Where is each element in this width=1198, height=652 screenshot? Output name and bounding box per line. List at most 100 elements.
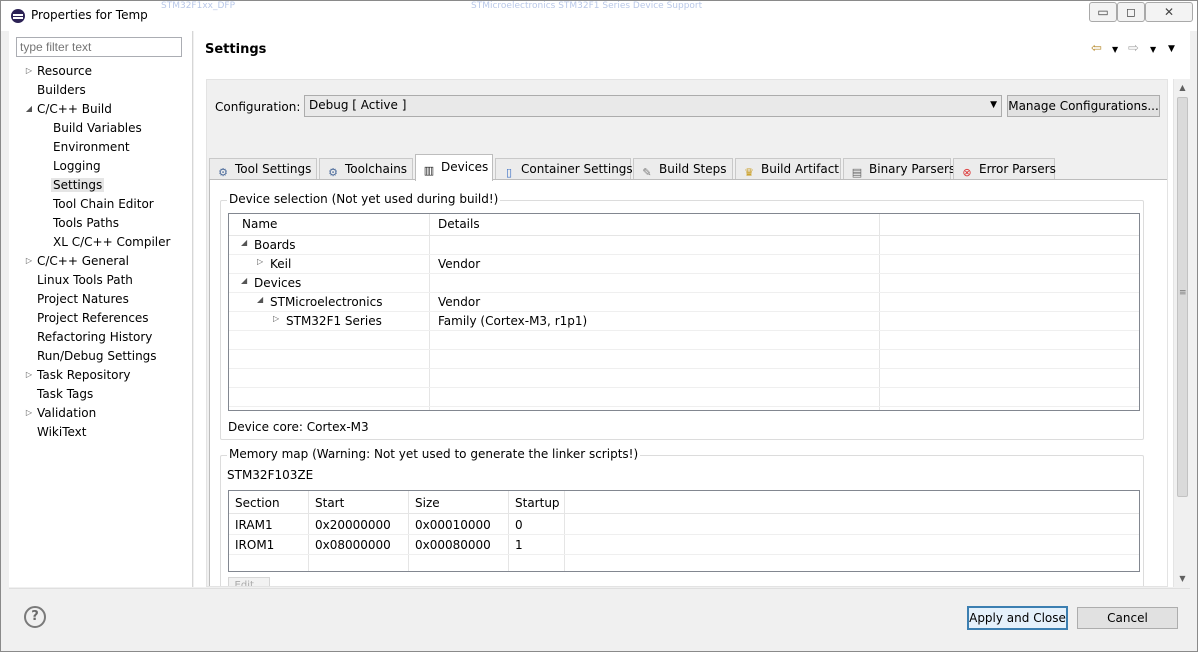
tab-devices[interactable]: ▥ Devices: [415, 154, 493, 181]
expand-arrow-icon[interactable]: ▷: [24, 252, 34, 270]
collapse-arrow-icon[interactable]: ◢: [24, 100, 34, 118]
device-tree-table[interactable]: Name Details ◢ Boards ▷ Keil Vendor ◢ Devices ◢…: [228, 213, 1140, 411]
column-header-details[interactable]: Details: [438, 217, 480, 231]
table-row[interactable]: ◢ STMicroelectronics Vendor: [229, 293, 1139, 312]
tree-item-label: C/C++ Build: [37, 102, 112, 116]
tab-container-settings[interactable]: ▯ Container Settings: [495, 158, 633, 180]
tree-item[interactable]: Logging: [53, 157, 101, 175]
table-row[interactable]: ▷ STM32F1 Series Family (Cortex-M3, r1p1): [229, 312, 1139, 331]
configuration-select[interactable]: Debug [ Active ] ▼: [304, 95, 1002, 117]
vertical-scrollbar[interactable]: ▲ ▼: [1173, 79, 1190, 587]
tab-tool-settings[interactable]: ⚙ Tool Settings: [209, 158, 317, 180]
filter-input[interactable]: [16, 37, 182, 57]
cancel-button[interactable]: Cancel: [1077, 607, 1178, 629]
property-page-navigator: ▷ResourceBuilders◢C/C++ BuildBuild Varia…: [9, 31, 193, 587]
build-artifact-icon: ♛: [744, 166, 754, 179]
table-row[interactable]: ◢ Boards: [229, 236, 1139, 255]
expand-arrow-icon[interactable]: ▷: [24, 404, 34, 422]
maximize-button[interactable]: ◻: [1117, 2, 1145, 22]
tree-item[interactable]: ▷ Resource: [26, 62, 92, 80]
dialog-footer: ? Apply and Close Cancel: [9, 588, 1190, 646]
memory-cell: IRAM1: [235, 518, 273, 532]
tree-item-label: Task Repository: [37, 368, 131, 382]
minimize-button[interactable]: ▭: [1089, 2, 1117, 22]
tree-item[interactable]: Environment: [53, 138, 130, 156]
scroll-up-icon[interactable]: ▲: [1174, 79, 1191, 96]
device-details-cell: Vendor: [438, 295, 481, 309]
tree-item[interactable]: ▷ C/C++ General: [26, 252, 129, 270]
background-ghost-text: STMicroelectronics STM32F1 Series Device…: [471, 1, 703, 11]
tree-item[interactable]: Build Variables: [53, 119, 142, 137]
column-header[interactable]: Size: [415, 496, 440, 510]
collapse-arrow-icon[interactable]: ◢: [257, 295, 263, 304]
tree-item[interactable]: ◢ C/C++ Build: [26, 100, 112, 118]
memory-map-title: Memory map (Warning: Not yet used to gen…: [227, 447, 641, 461]
device-name-cell: Devices: [254, 276, 302, 290]
apply-and-close-button[interactable]: Apply and Close: [967, 606, 1068, 630]
tree-item[interactable]: Project References: [37, 309, 149, 327]
tree-item[interactable]: XL C/C++ Compiler: [53, 233, 170, 251]
tab-build-steps[interactable]: ✎ Build Steps: [633, 158, 733, 180]
expand-arrow-icon[interactable]: ▷: [273, 314, 279, 323]
column-header[interactable]: Startup: [515, 496, 560, 510]
tab-build-artifact[interactable]: ♛ Build Artifact: [735, 158, 841, 180]
table-row[interactable]: ▷ Keil Vendor: [229, 255, 1139, 274]
dropdown-icon[interactable]: ▼: [1112, 45, 1118, 54]
memory-cell: 0x00080000: [415, 538, 491, 552]
column-header[interactable]: Start: [315, 496, 344, 510]
dropdown-icon[interactable]: ▼: [1150, 45, 1156, 54]
table-row[interactable]: IRAM1 0x20000000 0x00010000 0: [229, 515, 1139, 535]
expand-arrow-icon[interactable]: ▷: [257, 257, 263, 266]
edit-button[interactable]: Edit...: [228, 577, 270, 586]
tree-item[interactable]: ▷ Task Repository: [26, 366, 131, 384]
tab-error-parsers[interactable]: ⊗ Error Parsers: [953, 158, 1056, 180]
device-selection-group: Device selection (Not yet used during bu…: [220, 192, 1144, 440]
table-row[interactable]: IROM1 0x08000000 0x00080000 1: [229, 535, 1139, 555]
table-header: Name Details: [229, 214, 1139, 236]
tab-label: Build Artifact: [761, 162, 839, 176]
column-header[interactable]: Section: [235, 496, 280, 510]
table-row: [229, 331, 1139, 350]
tab-binary-parsers[interactable]: ▤ Binary Parsers: [843, 158, 955, 180]
tree-item[interactable]: Tool Chain Editor: [53, 195, 154, 213]
help-icon[interactable]: ?: [24, 606, 46, 628]
tree-item[interactable]: Task Tags: [37, 385, 93, 403]
tree-item-label: XL C/C++ Compiler: [53, 235, 171, 249]
expand-arrow-icon[interactable]: ▷: [24, 62, 34, 80]
tab-label: Devices: [441, 160, 489, 174]
expand-arrow-icon[interactable]: ▷: [24, 366, 34, 384]
table-row[interactable]: ◢ Devices: [229, 274, 1139, 293]
tab-toolchains[interactable]: ⚙ Toolchains: [319, 158, 413, 180]
device-details-cell: Family (Cortex-M3, r1p1): [438, 314, 588, 328]
scrollbar-thumb[interactable]: [1177, 97, 1188, 497]
tree-item[interactable]: Builders: [37, 81, 86, 99]
tree-item[interactable]: WikiText: [37, 423, 87, 441]
tree-item[interactable]: Settings: [51, 176, 105, 194]
tab-label: Binary Parsers: [869, 162, 956, 176]
table-row: [229, 350, 1139, 369]
tree-item[interactable]: Project Natures: [37, 290, 129, 308]
device-selection-title: Device selection (Not yet used during bu…: [227, 192, 501, 206]
scroll-down-icon[interactable]: ▼: [1174, 570, 1191, 587]
column-header-name[interactable]: Name: [242, 217, 277, 231]
title-bar: Properties for Temp STM32F1xx_DFP STMicr…: [1, 1, 1197, 31]
tree-item[interactable]: Linux Tools Path: [37, 271, 133, 289]
manage-configurations-button[interactable]: Manage Configurations...: [1007, 95, 1160, 117]
collapse-arrow-icon[interactable]: ◢: [241, 276, 247, 285]
close-button[interactable]: ✕: [1145, 2, 1193, 22]
table-row: [229, 388, 1139, 407]
forward-arrow-icon[interactable]: ⇨: [1128, 41, 1139, 56]
tab-label: Container Settings: [521, 162, 633, 176]
tree-item[interactable]: Tools Paths: [53, 214, 119, 232]
view-menu-icon[interactable]: ▼: [1168, 44, 1175, 54]
tree-item[interactable]: ▷ Validation: [26, 404, 96, 422]
device-details-cell: Vendor: [438, 257, 481, 271]
collapse-arrow-icon[interactable]: ◢: [241, 238, 247, 247]
build-steps-icon: ✎: [642, 166, 652, 179]
tree-item[interactable]: Refactoring History: [37, 328, 152, 346]
memory-device-name: STM32F103ZE: [227, 468, 314, 482]
tree-item[interactable]: Run/Debug Settings: [37, 347, 157, 365]
memory-map-table[interactable]: Section Start Size Startup IRAM1 0x20000000 0x…: [228, 490, 1140, 572]
back-arrow-icon[interactable]: ⇦: [1091, 41, 1102, 56]
tree-item-label: Run/Debug Settings: [37, 349, 157, 363]
